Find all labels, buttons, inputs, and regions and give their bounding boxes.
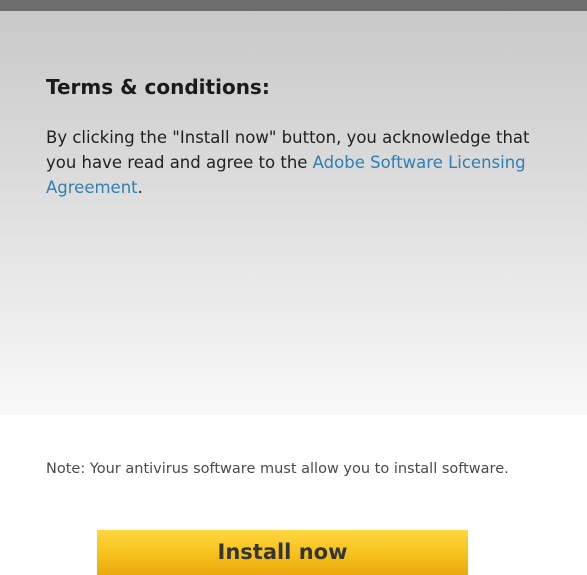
install-panel: Terms & conditions: By clicking the "Ins…	[0, 0, 587, 575]
install-now-button[interactable]: Install now	[97, 530, 468, 575]
terms-text-end: .	[137, 178, 143, 197]
terms-title: Terms & conditions:	[46, 75, 270, 99]
terms-box: Terms & conditions: By clicking the "Ins…	[0, 11, 587, 415]
antivirus-note: Note: Your antivirus software must allow…	[46, 461, 509, 477]
top-strip	[0, 0, 587, 11]
terms-text: By clicking the "Install now" button, yo…	[46, 125, 546, 200]
